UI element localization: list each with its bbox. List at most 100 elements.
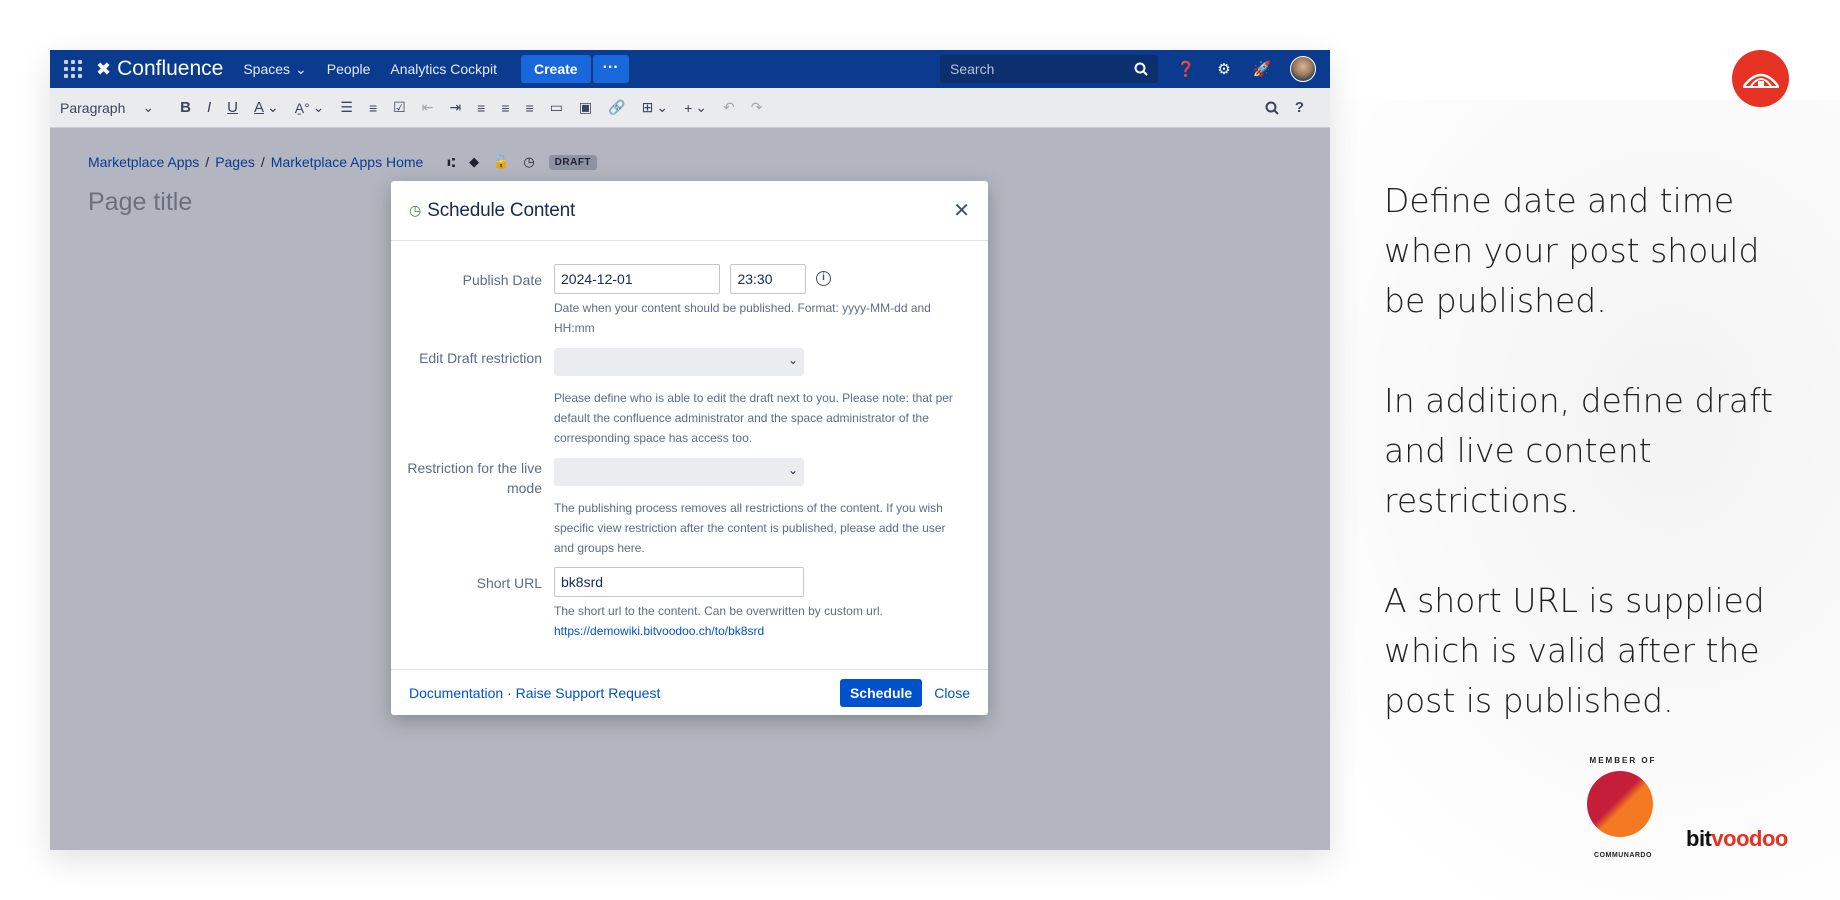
editor-help-button[interactable]: ? xyxy=(1295,99,1304,116)
clock-icon[interactable]: ◷ xyxy=(523,154,534,170)
communardo-logo xyxy=(1587,771,1653,837)
breadcrumb-item[interactable]: Marketplace Apps Home xyxy=(271,154,424,170)
numbered-list-icon: ≡ xyxy=(368,99,378,116)
align-center-button[interactable]: ≡ xyxy=(501,100,509,116)
label-icon[interactable]: ◆ xyxy=(469,154,479,170)
confluence-logo[interactable]: ✖ Confluence xyxy=(96,57,223,81)
documentation-links[interactable]: Documentation · Raise Support Request xyxy=(409,685,660,701)
info-icon[interactable]: i xyxy=(816,271,831,286)
analytics-cockpit-link[interactable]: Analytics Cockpit xyxy=(390,61,497,77)
find-replace-button[interactable] xyxy=(1265,101,1279,115)
schedule-button[interactable]: Schedule xyxy=(839,678,923,707)
italic-button[interactable]: I xyxy=(207,99,211,116)
align-left-button[interactable]: ≡ xyxy=(477,100,485,116)
confluence-window: ✖ Confluence Spaces ⌄ People Analytics C… xyxy=(50,50,1330,850)
text-format-button[interactable]: A̱° ⌄ xyxy=(295,99,325,116)
outdent-icon: ⇤ xyxy=(421,99,434,115)
short-url-label: Short URL xyxy=(476,575,542,591)
checkbox-icon: ☑ xyxy=(393,99,406,115)
outdent-button[interactable]: ⇤ xyxy=(422,99,434,116)
indent-button[interactable]: ⇥ xyxy=(449,99,461,116)
layout-button[interactable]: ▭ xyxy=(550,99,563,116)
breadcrumb-separator: / xyxy=(205,154,210,170)
chevron-down-icon: ⌄ xyxy=(656,99,669,115)
paragraph-style-label: Paragraph xyxy=(60,99,126,116)
redo-button[interactable]: ↷ xyxy=(751,99,763,116)
layout-icon: ▭ xyxy=(549,99,563,115)
page-title-input[interactable]: Page title xyxy=(88,188,192,217)
bullet-list-icon: ☰ xyxy=(340,99,353,115)
bitvoodoo-app-icon xyxy=(1732,50,1789,107)
live-mode-select[interactable]: ⌄ xyxy=(554,458,804,486)
task-list-button[interactable]: ☑ xyxy=(393,99,406,116)
member-of-label: MEMBER OF xyxy=(1589,756,1657,765)
indent-icon: ⇥ xyxy=(449,99,462,115)
feature-description: Define date and time when your post shou… xyxy=(1384,176,1804,776)
chevron-down-icon: ⌄ xyxy=(312,99,325,115)
plus-icon: + xyxy=(684,99,693,116)
short-url-input[interactable]: bk8srd xyxy=(554,567,804,597)
settings-icon[interactable]: ⚙ xyxy=(1214,60,1234,78)
communardo-label: COMMUNARDO xyxy=(1594,852,1652,859)
close-icon[interactable]: ✕ xyxy=(953,198,970,223)
help-icon[interactable]: ❓ xyxy=(1176,60,1196,78)
insert-more-button[interactable]: + ⌄ xyxy=(684,99,707,116)
table-icon: ⊞ xyxy=(641,99,654,115)
breadcrumb: Marketplace Apps / Pages / Marketplace A… xyxy=(88,154,598,170)
undo-icon: ↶ xyxy=(722,99,735,115)
live-mode-help: The publishing process removes all restr… xyxy=(554,501,946,555)
chevron-down-icon: ⌄ xyxy=(695,99,707,115)
format-icon: A̱° xyxy=(294,99,310,116)
people-link[interactable]: People xyxy=(327,61,371,77)
breadcrumb-separator: / xyxy=(260,154,265,170)
question-icon: ? xyxy=(1294,99,1304,116)
dialog-title: Schedule Content xyxy=(427,199,576,221)
bitvoodoo-voodoo: voodoo xyxy=(1711,826,1788,851)
brand-name: Confluence xyxy=(117,57,224,80)
publish-date-input[interactable]: 2024-12-01 xyxy=(554,264,720,294)
link-icon: 🔗 xyxy=(608,99,626,115)
search-input[interactable]: Search xyxy=(940,55,1158,83)
align-right-button[interactable]: ≡ xyxy=(526,100,534,116)
paragraph-style-select[interactable]: Paragraph ⌄ xyxy=(60,99,154,116)
insert-link-button[interactable]: 🔗 xyxy=(608,99,625,116)
edit-draft-select[interactable]: ⌄ xyxy=(554,348,804,376)
feature-text: A short URL is supplied which is valid a… xyxy=(1384,581,1765,720)
hierarchy-icon[interactable]: ⑆ xyxy=(447,155,455,170)
insert-image-button[interactable]: ▣ xyxy=(579,99,592,116)
bullet-list-button[interactable]: ☰ xyxy=(340,99,353,116)
short-url-link[interactable]: https://demowiki.bitvoodoo.ch/to/bk8srd xyxy=(554,624,764,638)
notifications-icon[interactable]: 🚀 xyxy=(1252,60,1272,78)
publish-date-label: Publish Date xyxy=(462,272,542,288)
close-button[interactable]: Close xyxy=(934,685,970,701)
image-icon: ▣ xyxy=(578,99,593,115)
chevron-down-icon: ⌄ xyxy=(267,99,279,115)
breadcrumb-item[interactable]: Marketplace Apps xyxy=(88,154,199,170)
short-url-help: The short url to the content. Can be ove… xyxy=(554,601,894,641)
undo-button[interactable]: ↶ xyxy=(723,99,735,116)
feature-text: Define date and time when your post shou… xyxy=(1384,181,1760,320)
align-left-icon: ≡ xyxy=(477,99,486,116)
insert-table-button[interactable]: ⊞ ⌄ xyxy=(642,99,668,116)
short-url-field: bk8srd xyxy=(554,567,804,597)
spaces-menu[interactable]: Spaces ⌄ xyxy=(243,61,306,78)
search-icon xyxy=(1265,101,1279,115)
breadcrumb-item[interactable]: Pages xyxy=(215,154,255,170)
bitvoodoo-logo: bitvoodoo xyxy=(1686,826,1788,852)
app-logo-icon xyxy=(1742,73,1779,88)
publish-time-input[interactable]: 23:30 xyxy=(730,264,807,294)
avatar[interactable] xyxy=(1290,56,1316,82)
text-color-button[interactable]: A ⌄ xyxy=(254,99,279,116)
numbered-list-button[interactable]: ≡ xyxy=(369,100,377,116)
schedule-content-dialog: ◷ Schedule Content ✕ Publish Date 2024-1… xyxy=(391,181,988,715)
create-more-button[interactable]: ··· xyxy=(592,55,629,83)
top-navigation: ✖ Confluence Spaces ⌄ People Analytics C… xyxy=(50,50,1330,88)
chevron-down-icon: ⌄ xyxy=(295,60,307,77)
create-button[interactable]: Create xyxy=(520,55,591,83)
status-badge: DRAFT xyxy=(548,154,598,170)
bold-button[interactable]: B xyxy=(180,99,191,116)
lock-icon[interactable]: 🔓 xyxy=(493,154,509,170)
underline-button[interactable]: U xyxy=(227,99,238,116)
page-tools: ⑆ ◆ 🔓 ◷ DRAFT xyxy=(447,154,598,170)
app-switcher-icon[interactable] xyxy=(64,60,82,78)
